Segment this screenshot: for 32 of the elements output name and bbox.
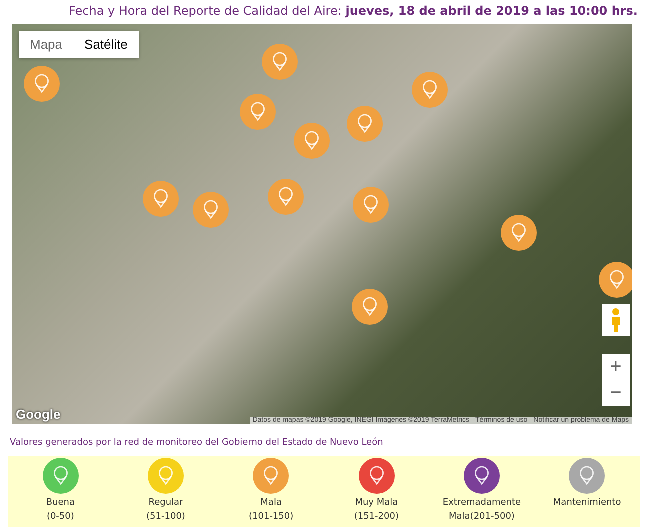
source-note: Valores generados por la red de monitoreo del Gobierno del Estado de Nuevo León [9,436,384,450]
report-datetime-label: Fecha y Hora del Reporte de Calidad del Aire: jueves, 18 de abril de 2019 a las 10:00 hrs. [68,4,638,20]
legend-marker-icon [148,458,184,494]
station-marker-icon [262,44,298,80]
map-logo: Google [16,407,61,422]
legend-label: Muy Mala (151-200) [354,497,399,524]
person-icon [610,308,622,332]
station-marker-icon [193,192,229,228]
legend-marker-icon [464,458,500,494]
legend-label: Buena (0-50) [46,497,75,524]
station-marker-icon [352,289,388,325]
legend-marker-icon [42,458,79,494]
legend-label: Mala (101-150) [249,497,294,524]
station-marker-icon [599,262,632,298]
station-marker-icon [353,187,389,223]
station-marker-icon [240,94,276,130]
legend-marker-icon [253,458,290,494]
legend-label: Mantenimiento [553,497,622,510]
station-marker-icon [412,72,448,108]
station-marker-icon [501,215,537,251]
map-type-tab[interactable]: Satélite [74,31,139,58]
station-marker-icon [347,106,383,142]
station-marker-icon [24,66,60,102]
station-marker-icon [268,179,304,215]
station-marker-icon [143,181,179,217]
station-marker-icon [294,123,330,159]
legend-marker-icon [569,458,606,494]
pegman-button[interactable] [602,304,630,336]
legend-marker-icon [358,458,395,494]
legend-label: Regular (51-100) [146,497,186,524]
map-type-tab[interactable]: Mapa [19,31,74,58]
legend-label: Extremadamente Mala(201-500) [442,497,522,524]
